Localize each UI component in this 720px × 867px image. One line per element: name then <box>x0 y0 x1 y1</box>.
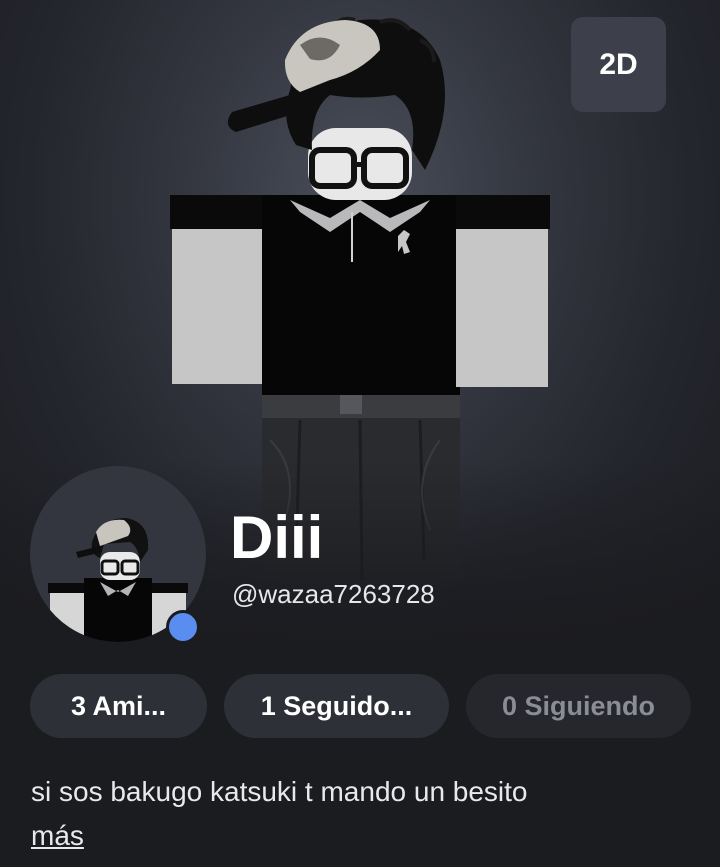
following-button[interactable]: 0 Siguiendo <box>466 674 691 738</box>
friends-button[interactable]: 3 Ami... <box>30 674 207 738</box>
online-status-indicator <box>166 610 200 644</box>
profile-bio: si sos bakugo katsuki t mando un besito <box>31 776 528 807</box>
followers-button[interactable]: 1 Seguido... <box>224 674 449 738</box>
display-name: Diii <box>230 504 324 571</box>
profile-page: 2D Diii @wazaa7263728 3 Ami... 1 Seguido… <box>0 0 720 867</box>
read-more-link[interactable]: más <box>31 816 84 856</box>
social-stats: 3 Ami... 1 Seguido... 0 Siguiendo <box>30 674 691 738</box>
username: @wazaa7263728 <box>232 579 435 609</box>
toggle-2d-button[interactable]: 2D <box>571 17 666 112</box>
